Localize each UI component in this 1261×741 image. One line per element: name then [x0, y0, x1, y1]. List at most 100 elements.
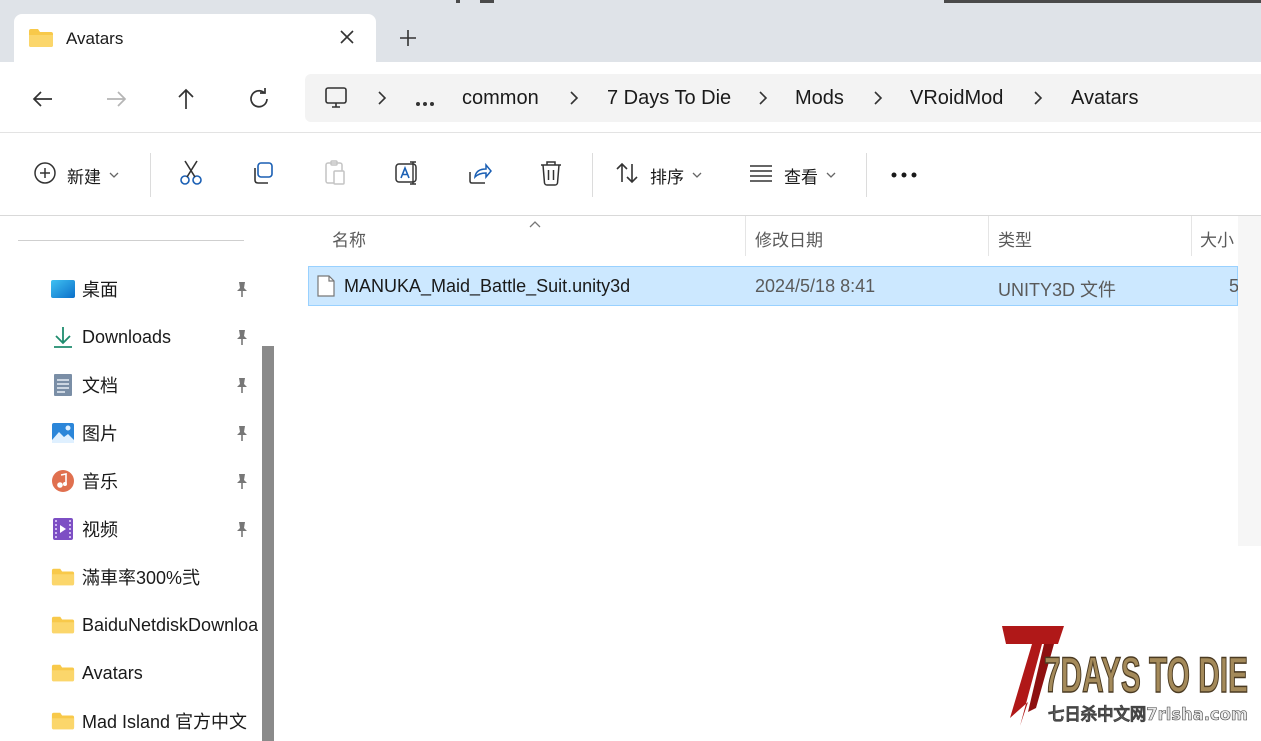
file-icon [317, 275, 335, 302]
toolbar-separator [150, 153, 151, 197]
chevron-right-icon [871, 90, 885, 106]
paste-icon [322, 159, 348, 192]
sidebar-scrollbar[interactable] [262, 346, 274, 741]
cut-icon [178, 159, 204, 192]
forward-icon[interactable] [99, 82, 133, 116]
pin-icon[interactable] [234, 424, 250, 442]
sidebar-item-label: Avatars [82, 662, 143, 683]
column-separator[interactable] [988, 216, 989, 256]
sidebar-item-folder[interactable]: 滿車率300%弐 [50, 559, 260, 595]
view-button-label: 查看 [784, 167, 818, 187]
folder-icon [50, 613, 76, 637]
rename-icon [393, 159, 421, 192]
sort-button-label: 排序 [650, 167, 684, 187]
sidebar-item-avatars[interactable]: Avatars [50, 655, 260, 691]
file-date: 2024/5/18 8:41 [755, 276, 876, 296]
command-bar: 新建 排序 查看 [0, 133, 1261, 215]
watermark-logo: 7DAYS TO DIE 七日杀中文网7rlsha.com [998, 622, 1254, 732]
refresh-icon[interactable] [242, 82, 276, 116]
sidebar-item-label: Downloads [82, 326, 172, 347]
toolbar-separator [592, 153, 593, 197]
sidebar-item-label: 图片 [82, 424, 118, 444]
column-separator[interactable] [1191, 216, 1192, 256]
close-icon[interactable] [334, 24, 360, 50]
sidebar-item-baidunetdiskdownload[interactable]: BaiduNetdiskDownload [50, 607, 260, 643]
sidebar-item-label: BaiduNetdiskDownload [82, 614, 258, 635]
pin-icon[interactable] [234, 376, 250, 394]
sort-button[interactable]: 排序 [614, 161, 702, 189]
sidebar-item-label: Mad Island 官方中文 [82, 712, 248, 732]
column-separator[interactable] [745, 216, 746, 256]
navigation-bar: common 7 Days To Die Mods VRoidMod Avata… [0, 62, 1261, 132]
delete-button[interactable] [538, 159, 564, 192]
window-edge [944, 0, 1261, 3]
back-icon[interactable] [26, 82, 60, 116]
add-icon [33, 161, 57, 190]
folder-icon [50, 565, 76, 589]
copy-button[interactable] [250, 161, 276, 189]
pin-icon[interactable] [234, 472, 250, 490]
pictures-icon [50, 421, 76, 445]
chevron-right-icon [756, 90, 770, 106]
view-button[interactable]: 查看 [748, 161, 836, 189]
sidebar-item-label: 文档 [82, 376, 118, 396]
sidebar-item-pictures[interactable]: 图片 [50, 415, 260, 451]
music-icon [50, 469, 76, 493]
column-header-type[interactable]: 类型 [998, 226, 1032, 251]
sidebar-item-documents[interactable]: 文档 [50, 367, 260, 403]
folder-icon [28, 28, 54, 53]
folder-icon [50, 661, 76, 685]
cut-button[interactable] [178, 159, 204, 192]
breadcrumb-mods[interactable]: Mods [795, 87, 844, 110]
more-crumbs-icon[interactable] [415, 94, 435, 112]
chevron-right-icon [567, 90, 581, 106]
breadcrumb-avatars[interactable]: Avatars [1071, 87, 1138, 110]
view-icon [748, 163, 774, 188]
breadcrumb-common[interactable]: common [462, 87, 539, 110]
pin-icon[interactable] [234, 328, 250, 346]
content-scrollbar[interactable] [1238, 216, 1261, 546]
sidebar-item-desktop[interactable]: 桌面 [50, 271, 260, 307]
column-header-date[interactable]: 修改日期 [755, 226, 823, 251]
file-name: MANUKA_Maid_Battle_Suit.unity3d [344, 276, 631, 296]
column-header-size[interactable]: 大小 [1200, 226, 1234, 251]
chevron-right-icon [1031, 90, 1045, 106]
sidebar-item-label: 桌面 [82, 280, 118, 300]
chevron-down-icon [109, 166, 119, 184]
tab-avatars[interactable]: Avatars [14, 14, 376, 62]
breadcrumb-vroidmod[interactable]: VRoidMod [910, 87, 1003, 110]
new-tab-icon[interactable] [394, 24, 422, 52]
sidebar-item-videos[interactable]: 视频 [50, 511, 260, 547]
sort-up-icon [528, 216, 542, 234]
column-header-name[interactable]: 名称 [332, 226, 366, 251]
share-icon [466, 160, 492, 191]
trash-icon [538, 159, 564, 192]
sort-icon [614, 160, 640, 191]
copy-icon [250, 160, 276, 191]
toolbar-separator [866, 153, 867, 197]
pin-icon[interactable] [234, 280, 250, 298]
share-button[interactable] [466, 161, 492, 189]
download-icon [50, 325, 76, 349]
rename-button[interactable] [393, 159, 421, 192]
desktop-icon [50, 277, 76, 301]
new-button[interactable]: 新建 [33, 161, 119, 189]
logo-text: 7DAYS TO DIE [1044, 647, 1248, 703]
chevron-down-icon [692, 166, 702, 184]
paste-button[interactable] [322, 159, 348, 192]
breadcrumb-7-days-to-die[interactable]: 7 Days To Die [607, 87, 731, 110]
videos-icon [50, 517, 76, 541]
more-options-button[interactable] [890, 161, 918, 189]
file-row[interactable]: MANUKA_Maid_Battle_Suit.unity3d 2024/5/1… [308, 266, 1239, 306]
tab-title: Avatars [66, 29, 124, 48]
sidebar-item-label: 视频 [82, 520, 118, 540]
navigation-pane: 桌面 Downloads 文档 图片 音乐 视频 滿車率300%弐 BaiduN… [0, 216, 278, 741]
more-icon [890, 166, 918, 184]
address-bar[interactable]: common 7 Days To Die Mods VRoidMod Avata… [305, 74, 1261, 122]
folder-icon [50, 709, 76, 733]
sidebar-item-mad-island[interactable]: Mad Island 官方中文 [50, 703, 260, 739]
sidebar-item-downloads[interactable]: Downloads [50, 319, 260, 355]
sidebar-item-music[interactable]: 音乐 [50, 463, 260, 499]
pin-icon[interactable] [234, 520, 250, 538]
up-icon[interactable] [169, 82, 203, 116]
